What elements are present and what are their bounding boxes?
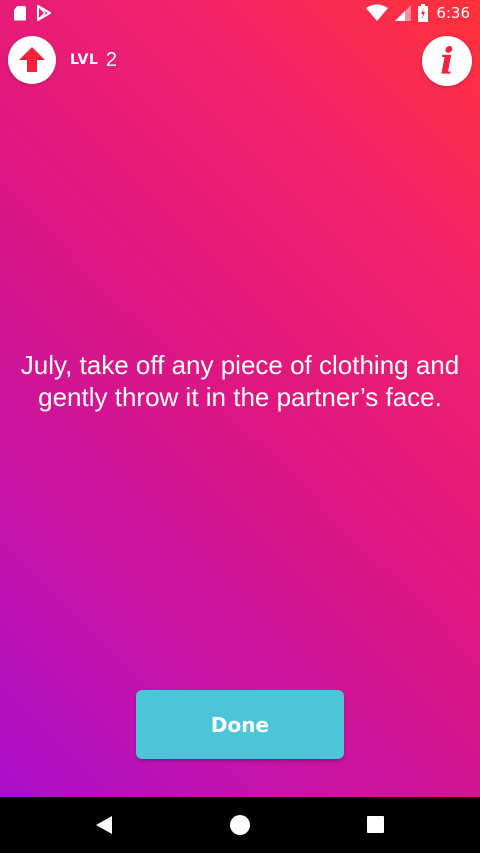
level-label: LVL [70,52,99,68]
wifi-icon [366,4,389,21]
info-icon: i [440,41,454,83]
recents-icon[interactable] [367,816,384,833]
up-button[interactable] [8,36,56,84]
home-icon[interactable] [230,815,250,835]
info-button[interactable]: i [422,36,472,86]
status-right-icons: 6:36 [366,4,470,22]
status-bar: 6:36 [0,0,480,28]
arrow-up-icon [19,47,45,72]
battery-icon [418,4,429,22]
play-store-icon [37,5,51,21]
status-left-icons [14,5,52,21]
status-time: 6:36 [436,4,470,22]
task-message: July, take off any piece of clothing and… [20,350,460,412]
signal-icon [395,5,412,21]
nav-bar [0,797,480,853]
sd-card-icon [14,5,26,21]
level-number: 2 [105,49,117,71]
screen: 6:36 LVL 2 i July, take off any piece of… [0,0,480,853]
done-button[interactable]: Done [136,690,344,759]
back-icon[interactable] [96,816,112,834]
level-indicator: LVL 2 [70,49,117,71]
